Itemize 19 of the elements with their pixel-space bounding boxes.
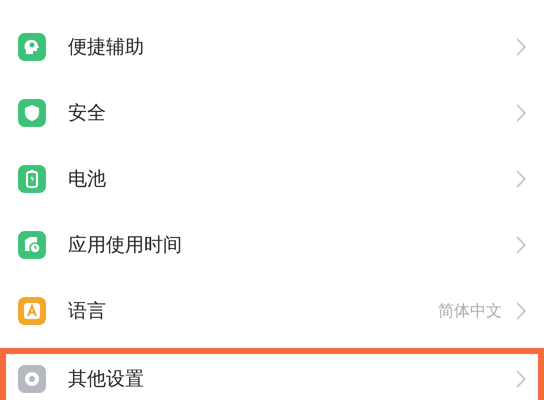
settings-row[interactable]: 应用使用时间 [0,212,544,278]
setting-label: 电池 [68,167,107,192]
settings-row[interactable]: 安全 [0,80,544,146]
settings-row[interactable]: 便捷辅助 [0,14,544,80]
chevron-right-icon [516,302,526,320]
chevron-right-icon [516,370,526,388]
setting-label: 应用使用时间 [68,233,183,258]
chevron-right-icon [516,38,526,56]
chevron-right-icon [516,236,526,254]
setting-label: 安全 [68,101,107,126]
setting-label: 语言 [68,299,107,324]
setting-label: 便捷辅助 [68,35,145,60]
chevron-right-icon [516,104,526,122]
highlighted-settings-row[interactable]: 其他设置 [0,348,544,400]
settings-row[interactable]: 电池 [0,146,544,212]
chevron-right-icon [516,170,526,188]
setting-label: 其他设置 [68,367,145,392]
settings-row[interactable]: 语言 简体中文 [0,278,544,344]
setting-value: 简体中文 [438,300,502,322]
